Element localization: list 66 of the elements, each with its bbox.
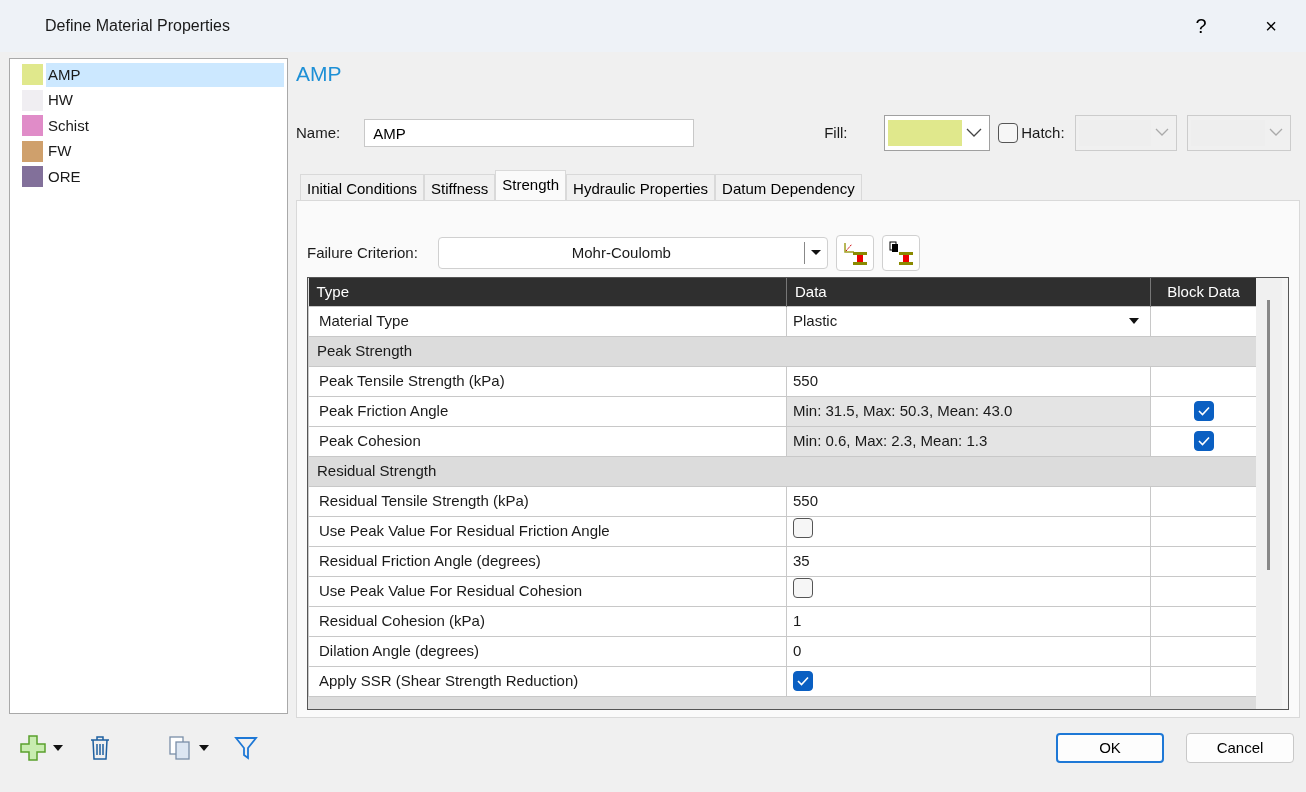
table-cell: 550 <box>786 366 1151 396</box>
table-cell: Residual Tensile Strength (kPa) <box>308 486 787 516</box>
table-cell: 0 <box>786 636 1151 666</box>
table-cell: Use Peak Value For Residual Friction Angle <box>308 516 787 546</box>
table-cell: 550 <box>786 486 1151 516</box>
material-item[interactable]: ORE <box>46 164 284 189</box>
material-item[interactable]: HW <box>46 88 284 113</box>
table-cell: Use Peak Value For Residual Cohesion <box>308 576 787 606</box>
hatch-label: Hatch: <box>1021 122 1065 143</box>
fill-dropdown[interactable] <box>883 115 990 151</box>
table-cell: Peak Friction Angle <box>308 396 787 426</box>
table-cell: 35 <box>786 546 1151 576</box>
window-title: Define Material Properties <box>45 16 231 36</box>
tab[interactable]: Datum Dependency <box>715 174 862 200</box>
table-cell: Dilation Angle (degrees) <box>308 636 787 666</box>
tab[interactable]: Initial Conditions <box>300 174 425 200</box>
checkbox[interactable] <box>1193 430 1214 451</box>
tab[interactable]: Hydraulic Properties <box>566 174 716 200</box>
material-item[interactable]: FW <box>46 139 284 164</box>
table-cell: Peak Tensile Strength (kPa) <box>308 366 787 396</box>
check-icon <box>1197 435 1210 446</box>
table-cell: Residual Friction Angle (degrees) <box>308 546 787 576</box>
dialog-button[interactable]: Cancel <box>1186 733 1294 763</box>
column-header: Data <box>786 278 1151 306</box>
caret-icon <box>1128 317 1140 325</box>
table-cell: Peak Cohesion <box>308 426 787 456</box>
checkbox[interactable] <box>997 123 1018 143</box>
name-field[interactable]: AMP <box>364 119 695 147</box>
help-button[interactable]: ? <box>1166 0 1236 52</box>
checkbox[interactable] <box>793 517 813 538</box>
check-icon <box>1197 405 1210 416</box>
filter-icon[interactable] <box>234 735 258 761</box>
fill-label: Fill: <box>824 122 848 143</box>
tab[interactable]: Strength <box>495 170 567 200</box>
section-header: Residual Strength <box>308 456 1257 486</box>
table-cell: Min: 0.6, Max: 2.3, Mean: 1.3 <box>786 426 1151 456</box>
failure-criterion-label: Failure Criterion: <box>307 242 418 263</box>
trash-icon[interactable] <box>88 735 112 761</box>
material-item[interactable]: Schist <box>46 113 284 138</box>
dropdown-value[interactable]: Plastic <box>793 309 838 333</box>
material-title: AMP <box>296 61 343 87</box>
pages-beam-icon <box>887 240 914 266</box>
checkbox[interactable] <box>793 577 813 598</box>
axis-beam-icon <box>841 240 868 266</box>
copy-button[interactable] <box>881 235 920 271</box>
checkbox[interactable] <box>793 670 813 691</box>
scrollbar[interactable] <box>1267 300 1270 570</box>
checkbox[interactable] <box>1193 400 1214 421</box>
name-label: Name: <box>296 122 341 143</box>
caret-icon[interactable] <box>52 744 64 752</box>
tab[interactable]: Stiffness <box>424 174 496 200</box>
check-icon <box>797 675 809 686</box>
dialog-button[interactable]: OK <box>1056 733 1164 763</box>
table-cell: Residual Cohesion (kPa) <box>308 606 787 636</box>
table-cell: Apply SSR (Shear Strength Reduction) <box>308 666 787 696</box>
caret-icon[interactable] <box>198 744 210 752</box>
table-cell: Material Type <box>308 306 787 336</box>
table-cell: Min: 31.5, Max: 50.3, Mean: 43.0 <box>786 396 1151 426</box>
close-button[interactable]: × <box>1236 0 1306 52</box>
chart-button[interactable] <box>835 235 874 271</box>
material-item[interactable]: AMP <box>46 62 284 87</box>
failure-criterion-dropdown[interactable]: Mohr-Coulomb <box>437 237 828 269</box>
section-header: Peak Strength <box>308 336 1257 366</box>
column-header: Type <box>308 278 787 306</box>
table-cell: 1 <box>786 606 1151 636</box>
column-header: Block Data <box>1150 278 1257 306</box>
